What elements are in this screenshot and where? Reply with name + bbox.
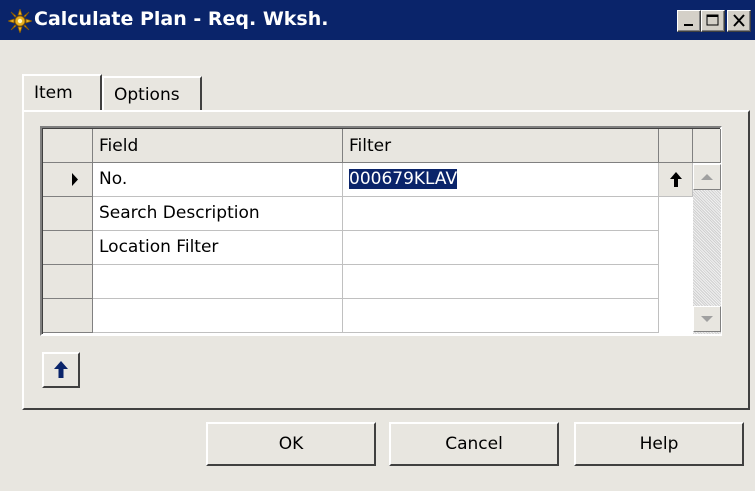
row-header[interactable]	[43, 163, 93, 197]
sun-gear-icon	[8, 9, 32, 33]
field-cell: No.	[93, 163, 343, 197]
move-up-button[interactable]	[42, 352, 80, 388]
current-row-arrow-icon	[72, 173, 78, 186]
column-header-field: Field	[93, 129, 343, 163]
filter-input[interactable]	[343, 265, 659, 299]
window-title: Calculate Plan - Req. Wksh.	[34, 8, 329, 30]
column-header-filter: Filter	[343, 129, 659, 163]
filter-input[interactable]	[343, 299, 659, 333]
minimize-icon	[684, 24, 693, 26]
filter-input[interactable]	[343, 197, 659, 231]
row-header[interactable]	[43, 299, 93, 333]
close-icon	[733, 14, 745, 27]
filter-grid: Field Filter No. 000679KLAV Search Descr…	[40, 126, 722, 336]
assist-button[interactable]	[659, 163, 693, 197]
field-cell	[93, 265, 343, 299]
field-cell: Search Description	[93, 197, 343, 231]
maximize-button[interactable]	[701, 10, 725, 32]
ok-button[interactable]: OK	[206, 422, 376, 466]
scroll-up-button[interactable]	[693, 164, 721, 190]
scroll-up-arrow-icon	[701, 174, 713, 180]
filter-input[interactable]: 000679KLAV	[343, 163, 659, 197]
vertical-scrollbar[interactable]	[693, 164, 721, 334]
blue-arrow-up-icon	[54, 361, 68, 378]
scroll-down-button[interactable]	[693, 306, 721, 332]
filter-value: 000679KLAV	[349, 169, 458, 189]
minimize-button[interactable]	[677, 10, 701, 32]
help-button[interactable]: Help	[574, 422, 744, 466]
cancel-button[interactable]: Cancel	[389, 422, 559, 466]
title-bar[interactable]: Calculate Plan - Req. Wksh.	[0, 0, 755, 40]
grid-corner	[43, 129, 93, 163]
column-header-blank	[659, 129, 693, 163]
close-button[interactable]	[727, 10, 751, 32]
maximize-icon	[706, 14, 719, 26]
field-cell	[93, 299, 343, 333]
field-cell: Location Filter	[93, 231, 343, 265]
filter-input[interactable]	[343, 231, 659, 265]
dialog-window: Calculate Plan - Req. Wksh. Item Options…	[0, 0, 755, 491]
scroll-down-arrow-icon	[701, 316, 713, 322]
scroll-header	[693, 129, 721, 163]
row-header[interactable]	[43, 231, 93, 265]
tab-options[interactable]: Options	[102, 76, 202, 110]
arrow-up-icon	[670, 172, 682, 187]
row-header[interactable]	[43, 265, 93, 299]
row-header[interactable]	[43, 197, 93, 231]
tab-item[interactable]: Item	[22, 74, 102, 112]
